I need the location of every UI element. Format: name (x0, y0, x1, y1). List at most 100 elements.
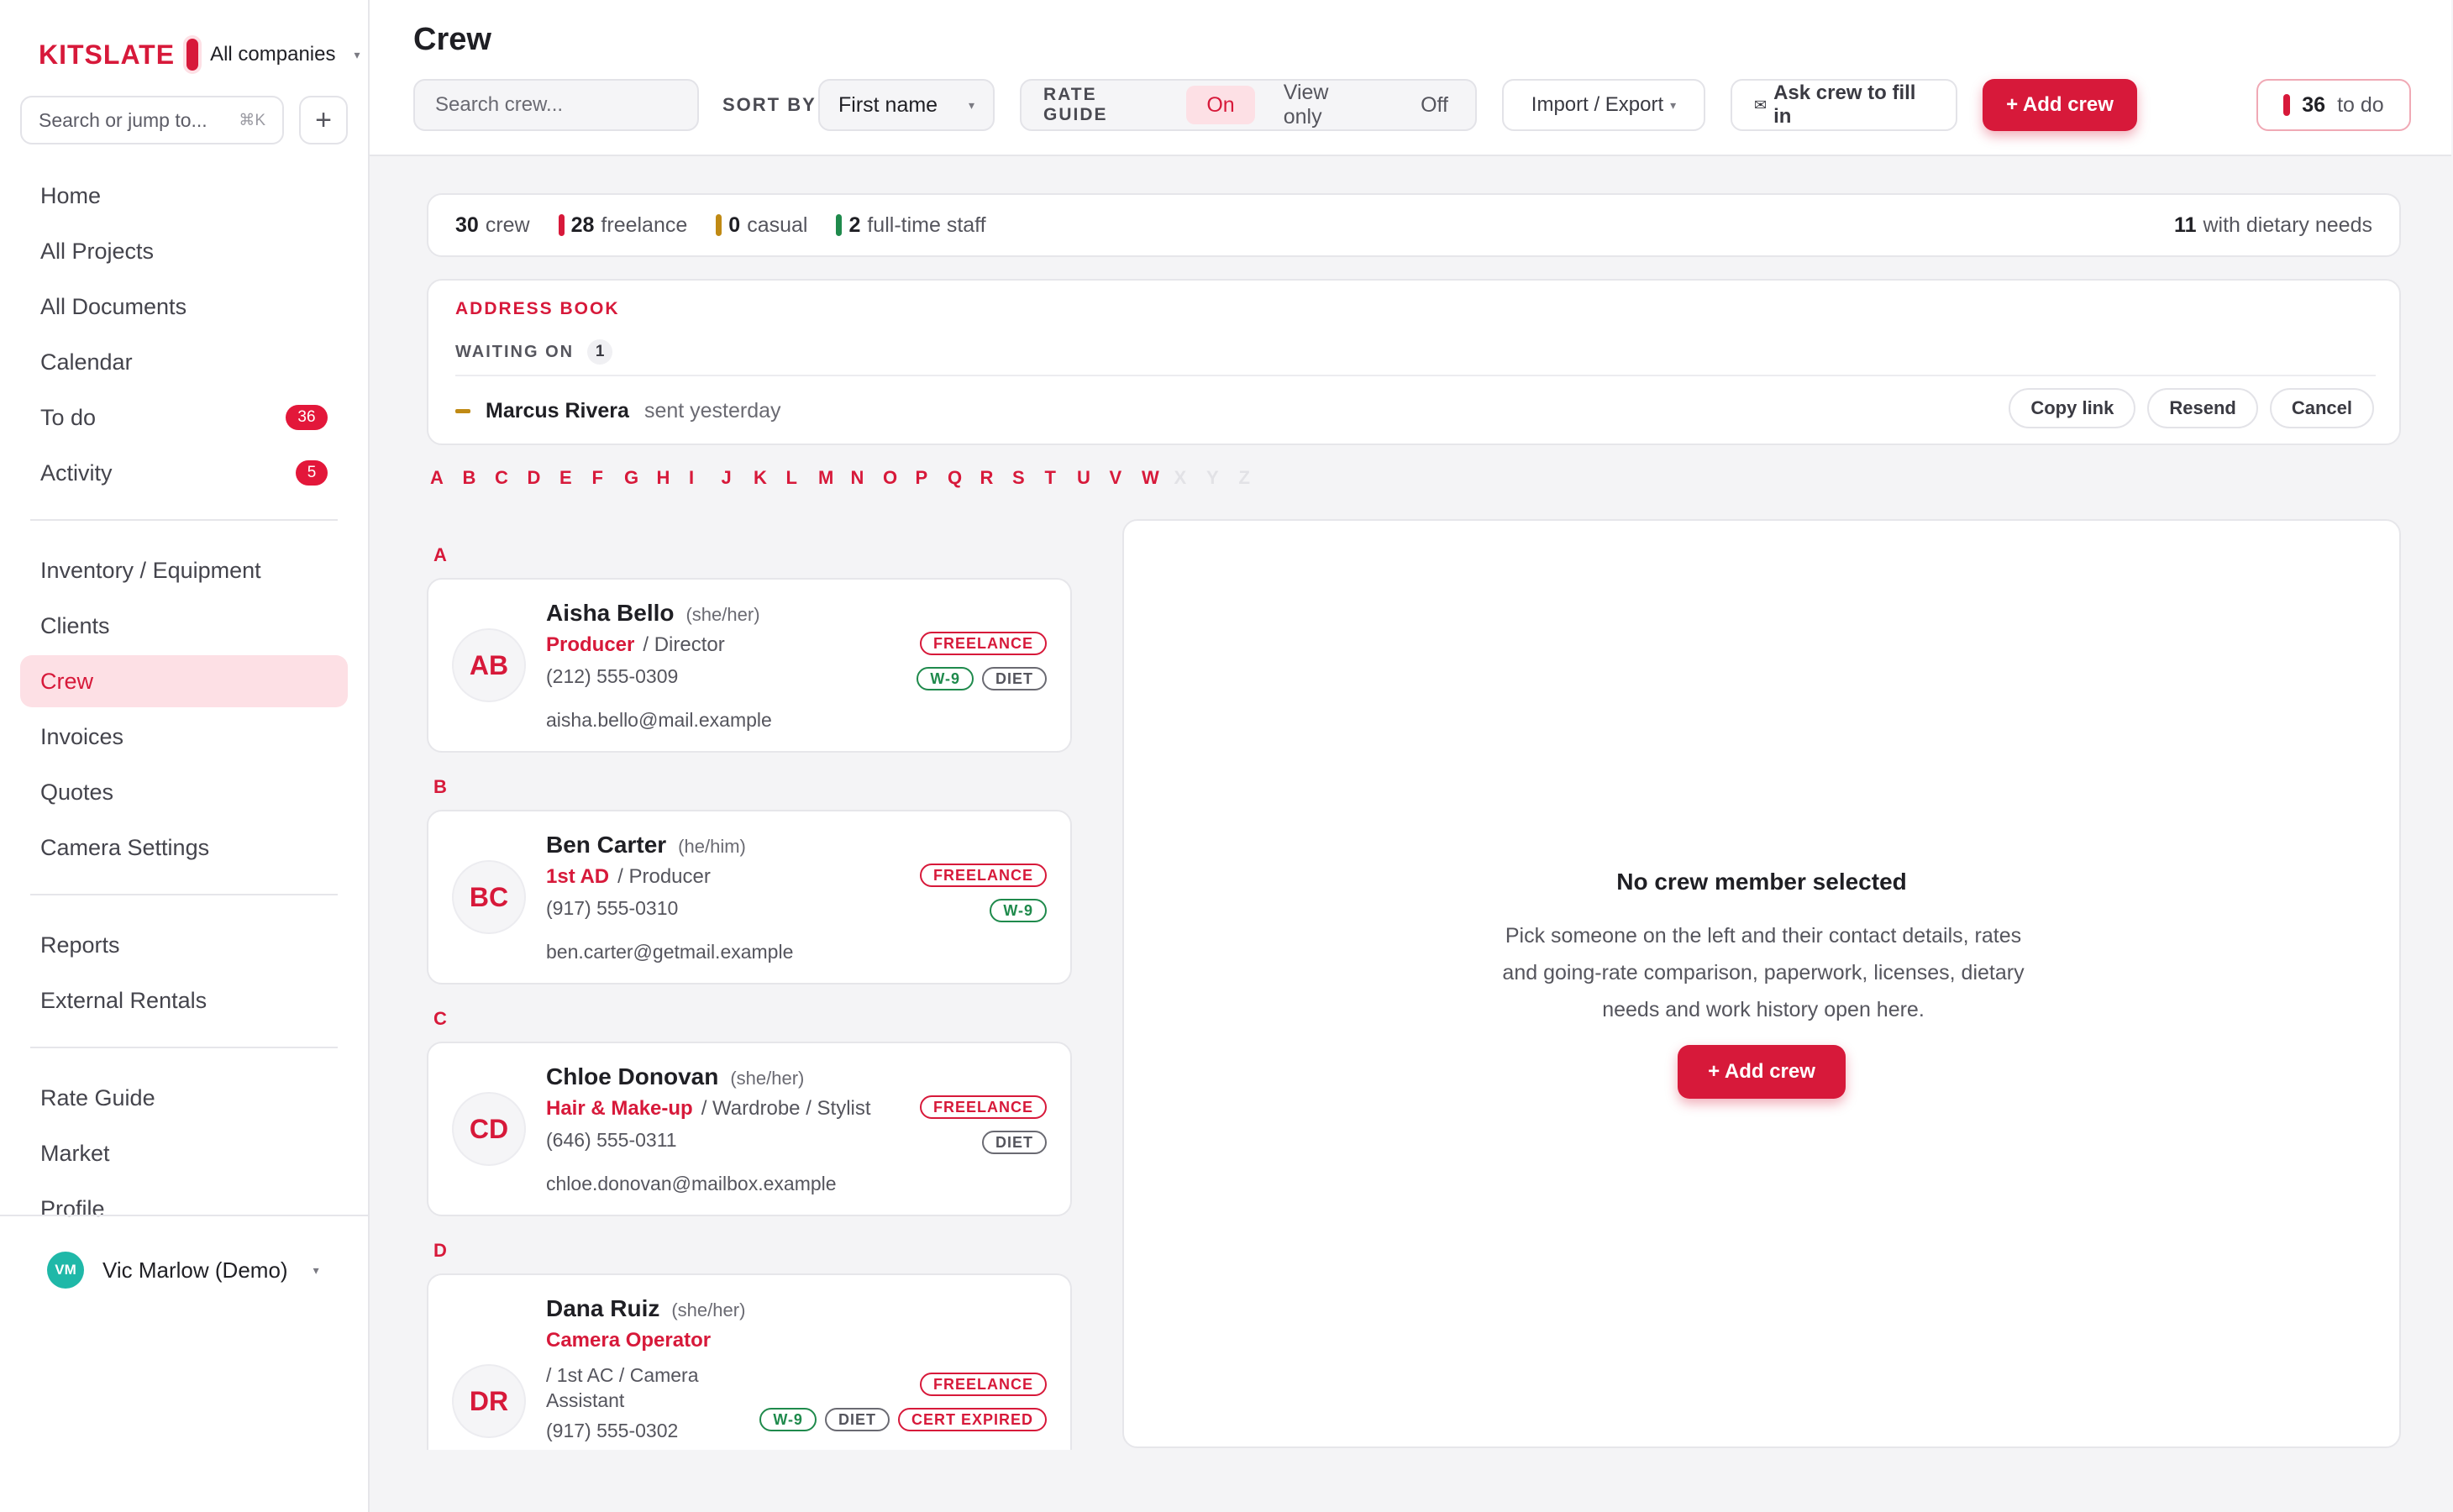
todo-pill[interactable]: 36 to do (2256, 79, 2411, 131)
resend-button[interactable]: Resend (2147, 388, 2258, 428)
waiting-on-header: WAITING ON 1 (455, 339, 613, 365)
avatar: CD (452, 1092, 526, 1166)
cancel-invite-button[interactable]: Cancel (2269, 388, 2374, 428)
empty-state-title: No crew member selected (1616, 869, 1907, 895)
sidebar-item-home[interactable]: Home (20, 170, 348, 222)
tag-w9: W-9 (759, 1408, 817, 1431)
sidebar-item-rate-guide[interactable]: Rate Guide (20, 1072, 348, 1124)
crew-name-text: Aisha Bello (546, 600, 675, 626)
alphabet-letter-j[interactable]: J (722, 467, 754, 489)
alphabet-letter-u[interactable]: U (1077, 467, 1110, 489)
tag-freelance: FREELANCE (919, 1095, 1047, 1119)
alphabet-letter-s[interactable]: S (1012, 467, 1045, 489)
rate-guide-option-off[interactable]: Off (1400, 86, 1468, 124)
sort-by-label: SORT BY (722, 94, 817, 115)
chevron-down-icon: ▾ (313, 1263, 319, 1277)
crew-primary-role: 1st AD (546, 865, 610, 888)
sidebar-item-inventory[interactable]: Inventory / Equipment (20, 544, 348, 596)
sidebar-item-crew[interactable]: Crew (20, 655, 348, 707)
crew-pronouns: (she/her) (685, 604, 760, 625)
stat-label: full-time staff (867, 213, 986, 237)
import-export-button[interactable]: Import / Export ▾ (1502, 79, 1705, 131)
sidebar-item-to-do[interactable]: To do 36 (20, 391, 348, 444)
rate-guide-option-on[interactable]: On (1186, 86, 1255, 124)
sidebar-footer-divider (0, 1215, 368, 1216)
user-menu[interactable]: VM Vic Marlow (Demo) ▾ (47, 1252, 319, 1289)
alphabet-letter-d[interactable]: D (528, 467, 560, 489)
alphabet-letter-e[interactable]: E (559, 467, 592, 489)
sidebar-item-all-documents[interactable]: All Documents (20, 281, 348, 333)
ask-crew-button[interactable]: ✉ Ask crew to fill in (1731, 79, 1957, 131)
sidebar-item-profile[interactable]: Profile (20, 1183, 348, 1235)
rate-guide-option-view-only[interactable]: View only (1263, 81, 1392, 129)
avatar: AB (452, 628, 526, 702)
alphabet-letter-w[interactable]: W (1142, 467, 1174, 489)
crew-role: 1st AD / Producer (546, 865, 711, 889)
letter-heading-d: D (433, 1240, 447, 1261)
alphabet-letter-l[interactable]: L (786, 467, 819, 489)
pending-invite-row: Marcus Rivera sent yesterday (455, 390, 781, 432)
crew-tags-secondary: DIET (981, 1131, 1047, 1154)
sidebar-item-reports[interactable]: Reports (20, 919, 348, 971)
user-name: Vic Marlow (Demo) (102, 1257, 288, 1283)
sidebar-item-label: Invoices (40, 723, 124, 749)
copy-link-button[interactable]: Copy link (2009, 388, 2136, 428)
stat-label: casual (747, 213, 808, 237)
brand-logo-text: KITSLATE (39, 39, 176, 70)
letter-heading-a: A (433, 544, 447, 565)
alphabet-letter-o[interactable]: O (883, 467, 916, 489)
alphabet-letter-c[interactable]: C (495, 467, 528, 489)
main-content: Crew Search crew... SORT BY First name ▾ … (370, 0, 2453, 1512)
company-switcher[interactable]: All companies (210, 43, 335, 66)
crew-card-dana-ruiz[interactable]: DR Dana Ruiz (she/her) Camera Operator / … (427, 1273, 1072, 1450)
alphabet-letter-y: Y (1206, 467, 1219, 488)
alphabet-letter-f[interactable]: F (592, 467, 625, 489)
alphabet-letter-b[interactable]: B (463, 467, 496, 489)
crew-name: Aisha Bello (she/her) (546, 600, 760, 627)
crew-card-chloe-donovan[interactable]: CD Chloe Donovan (she/her) Hair & Make-up… (427, 1042, 1072, 1216)
crew-search-input[interactable]: Search crew... (413, 79, 699, 131)
add-crew-button-empty-state[interactable]: + Add crew (1678, 1045, 1846, 1099)
alphabet-letter-q[interactable]: Q (948, 467, 980, 489)
crew-phone: (917) 555-0302 (546, 1420, 679, 1441)
sidebar-item-clients[interactable]: Clients (20, 600, 348, 652)
sidebar-item-calendar[interactable]: Calendar (20, 336, 348, 388)
sort-by-select[interactable]: First name ▾ (818, 79, 995, 131)
sidebar-item-label: Activity (40, 459, 113, 486)
sidebar-item-all-projects[interactable]: All Projects (20, 225, 348, 277)
alphabet-letter-p[interactable]: P (916, 467, 948, 489)
alphabet-letter-r[interactable]: R (980, 467, 1013, 489)
sidebar-item-label: Quotes (40, 779, 114, 805)
alphabet-letter-h[interactable]: H (657, 467, 690, 489)
add-crew-button[interactable]: + Add crew (1983, 79, 2137, 131)
sidebar-item-camera-settings[interactable]: Camera Settings (20, 822, 348, 874)
sidebar-item-activity[interactable]: Activity 5 (20, 447, 348, 499)
crew-card-ben-carter[interactable]: BC Ben Carter (he/him) 1st AD / Producer (… (427, 810, 1072, 984)
brand[interactable]: KITSLATE All companies ▾ (39, 39, 360, 71)
crew-primary-role: Producer (546, 633, 635, 656)
sidebar-item-quotes[interactable]: Quotes (20, 766, 348, 818)
alphabet-letter-i[interactable]: I (689, 467, 722, 489)
alphabet-letter-k[interactable]: K (754, 467, 786, 489)
alphabet-letter-a[interactable]: A (430, 467, 463, 489)
tag-freelance: FREELANCE (919, 864, 1047, 887)
sidebar-item-market[interactable]: Market (20, 1127, 348, 1179)
sidebar-search-input[interactable]: Search or jump to... ⌘K (20, 96, 284, 144)
crew-detail-panel: No crew member selected Pick someone on … (1122, 519, 2401, 1448)
crew-email: aisha.bello@mail.example (546, 709, 772, 731)
alphabet-letter-v[interactable]: V (1110, 467, 1142, 489)
quick-add-button[interactable]: + (299, 96, 348, 144)
alphabet-letter-n[interactable]: N (851, 467, 884, 489)
alphabet-letter-t[interactable]: T (1045, 467, 1078, 489)
sidebar-item-external-rentals[interactable]: External Rentals (20, 974, 348, 1026)
nav-divider (30, 519, 338, 521)
crew-card-aisha-bello[interactable]: AB Aisha Bello (she/her) Producer / Direct… (427, 578, 1072, 753)
brand-mark-icon (186, 39, 199, 71)
crew-secondary-role-cont: Assistant (546, 1389, 625, 1411)
alphabet-letter-m[interactable]: M (818, 467, 851, 489)
tag-diet: DIET (981, 1131, 1047, 1154)
alphabet-letter-g[interactable]: G (624, 467, 657, 489)
stat-value: 28 (570, 213, 595, 237)
crew-search-placeholder: Search crew... (435, 93, 564, 116)
sidebar-item-invoices[interactable]: Invoices (20, 711, 348, 763)
